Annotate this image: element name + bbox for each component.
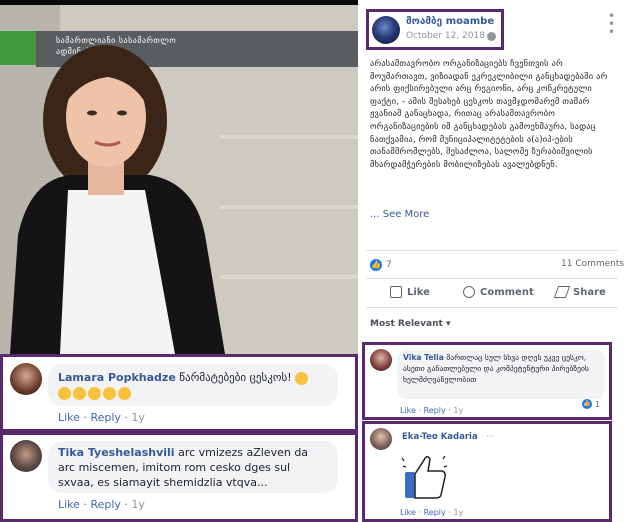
comment-reply-link[interactable]: Reply: [90, 411, 120, 424]
smiley-emoji-icon: [103, 386, 116, 400]
share-button[interactable]: Share: [553, 286, 606, 298]
comment-actions: Like · Reply · 1y: [400, 508, 464, 517]
smiley-emoji-icon: [88, 386, 101, 400]
comment-like-link[interactable]: Like: [58, 411, 80, 424]
thumbs-up-icon: 👍: [370, 259, 382, 271]
comment-actions: Like · Reply · 1y: [58, 498, 145, 511]
commenter-name[interactable]: Eka-Teo Kadaria: [402, 432, 478, 442]
avatar[interactable]: [370, 428, 392, 450]
globe-icon: [487, 32, 496, 41]
commenter-name[interactable]: Tika Tyeshelashvili: [58, 446, 175, 459]
comment-button[interactable]: Comment: [463, 286, 534, 298]
person-figure: [10, 45, 225, 354]
news-photo: სამართლიანი სასამართლო ადმინისტრაცია: [0, 5, 358, 354]
avatar[interactable]: [10, 363, 42, 395]
comment-actions: Like · Reply · 1y: [58, 411, 145, 424]
smiley-emoji-icon: [295, 371, 309, 385]
smiley-emoji-icon: [58, 386, 71, 400]
comment-time[interactable]: 1y: [131, 498, 145, 511]
comment-time[interactable]: 1y: [131, 411, 145, 424]
reactions-summary[interactable]: 👍 7: [370, 259, 392, 271]
thumbs-up-sticker-icon[interactable]: [400, 450, 450, 502]
comment-header: Eka-Teo Kadaria ···: [402, 432, 495, 442]
thumbs-up-icon: 👍: [582, 399, 592, 409]
thumbs-up-outline-icon: [390, 286, 402, 298]
comment-bubble: Lamara Popkhadze წარმატებები ცესკოს!: [48, 364, 338, 406]
more-options-icon[interactable]: • • •: [608, 10, 615, 38]
like-label: Like: [407, 286, 430, 298]
comment-like-link[interactable]: Like: [400, 406, 416, 415]
reaction-count: 7: [386, 260, 392, 270]
more-options-icon[interactable]: ···: [486, 432, 494, 442]
page-name[interactable]: მოამბე moambe: [406, 16, 494, 27]
divider: [366, 250, 618, 251]
commenter-name[interactable]: Lamara Popkhadze: [58, 371, 176, 384]
comment-actions: Like · Reply · 1y: [400, 406, 464, 415]
comment-like-link[interactable]: Like: [58, 498, 80, 511]
comment-bubble: Vika Telia მართლაც სულ სხვა დღეს უკვე ცე…: [397, 349, 605, 399]
comment-reaction-count: 1: [595, 399, 601, 409]
screenshot-root: სამართლიანი სასამართლო ადმინისტრაცია: [0, 0, 635, 522]
comment-label: Comment: [480, 286, 534, 298]
like-button[interactable]: Like: [390, 286, 430, 298]
avatar[interactable]: [10, 440, 42, 472]
avatar[interactable]: [370, 349, 392, 371]
divider: [366, 278, 618, 279]
see-more-link[interactable]: ... See More: [370, 209, 429, 220]
smiley-emoji-icon: [73, 386, 86, 400]
comment-reply-link[interactable]: Reply: [424, 406, 446, 415]
comment-reply-link[interactable]: Reply: [424, 508, 446, 517]
comment-like-link[interactable]: Like: [400, 508, 416, 517]
divider: [366, 307, 618, 308]
comment-time[interactable]: 1y: [453, 406, 463, 415]
share-arrow-icon: [553, 286, 571, 298]
comment-reply-link[interactable]: Reply: [90, 498, 120, 511]
comment-sort-dropdown[interactable]: Most Relevant ▾: [370, 319, 450, 329]
smiley-emoji-icon: [118, 386, 131, 400]
comment-text: წარმატებები ცესკოს!: [179, 371, 292, 384]
commenter-name[interactable]: Vika Telia: [403, 353, 444, 362]
comment-bubble-icon: [463, 286, 475, 298]
page-avatar[interactable]: [372, 16, 400, 44]
comment-time[interactable]: 1y: [453, 508, 463, 517]
comment-reactions[interactable]: 👍 1: [582, 399, 600, 409]
post-body-text: არასამთავრობო ორგანიზაციებს ჩვენთვის არ …: [370, 58, 608, 169]
comment-bubble: Tika Tyeshelashvili arc vmizezs aZleven …: [48, 441, 338, 493]
comments-count[interactable]: 11 Comments: [561, 259, 624, 269]
share-label: Share: [573, 286, 606, 298]
post-date[interactable]: October 12, 2018 ·: [406, 31, 491, 41]
